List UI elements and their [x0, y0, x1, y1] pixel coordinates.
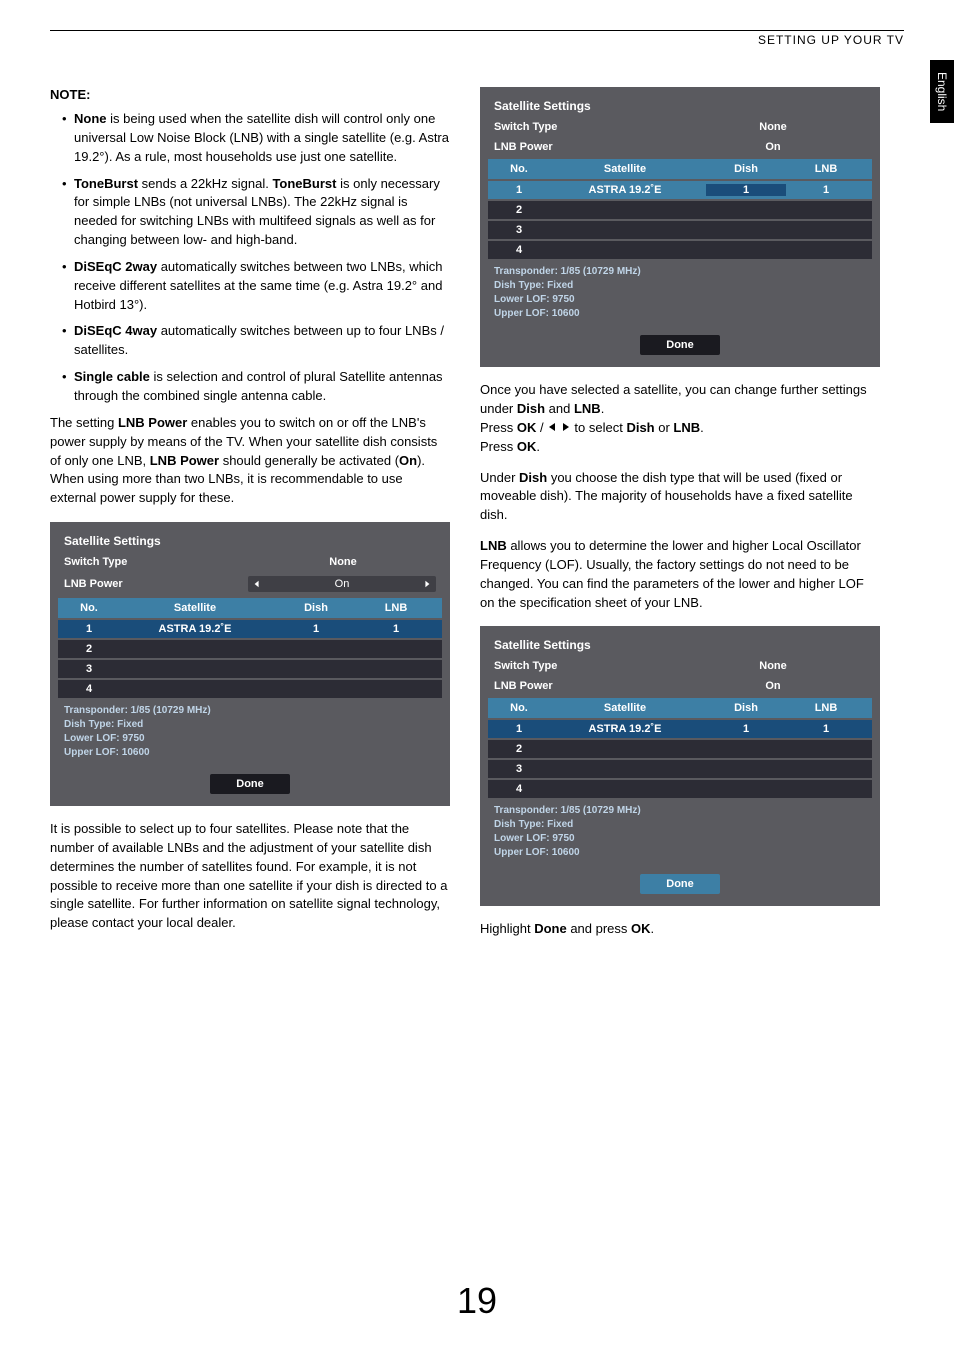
bullet-toneburst: ToneBurst sends a 22kHz signal. ToneBurs…	[62, 175, 450, 250]
sat-row-4[interactable]: 4	[58, 680, 442, 698]
satellite-settings-panel-2: Satellite Settings Switch Type None LNB …	[480, 87, 880, 367]
switch-type-row: Switch Type None	[58, 552, 442, 572]
sat-table-header: No. Satellite Dish LNB	[488, 159, 872, 179]
transponder-info: Transponder: 1/85 (10729 MHz) Dish Type:…	[58, 698, 442, 766]
sat-row-3[interactable]: 3	[58, 660, 442, 678]
language-tab: English	[930, 60, 954, 123]
arrow-left-icon	[547, 419, 557, 438]
panel-title: Satellite Settings	[58, 530, 442, 552]
note-bullet-list: None is being used when the satellite di…	[50, 110, 450, 406]
sat-row-1[interactable]: 1 ASTRA 19.2˚E 1 1	[488, 181, 872, 199]
highlight-done-paragraph: Highlight Done and press OK.	[480, 920, 880, 939]
page-header: SETTING UP YOUR TV	[50, 33, 904, 47]
switch-type-value: None	[250, 556, 436, 568]
sat-row-2[interactable]: 2	[488, 740, 872, 758]
dish-lnb-instructions: Once you have selected a satellite, you …	[480, 381, 880, 457]
lnb-power-value: On	[335, 578, 350, 590]
panel-title: Satellite Settings	[488, 95, 872, 117]
bullet-diseqc2: DiSEqC 2way automatically switches betwe…	[62, 258, 450, 315]
bullet-label-2: ToneBurst	[272, 176, 336, 191]
satellite-selection-paragraph: It is possible to select up to four sate…	[50, 820, 450, 933]
switch-type-row: Switch Type None	[488, 656, 872, 676]
bullet-label: ToneBurst	[74, 176, 138, 191]
bullet-singlecable: Single cable is selection and control of…	[62, 368, 450, 406]
lnb-paragraph: LNB allows you to determine the lower an…	[480, 537, 880, 612]
note-heading: NOTE:	[50, 87, 450, 102]
dish-paragraph: Under Dish you choose the dish type that…	[480, 469, 880, 526]
arrow-right-icon	[561, 419, 571, 438]
satellite-settings-panel-1: Satellite Settings Switch Type None LNB …	[50, 522, 450, 806]
sat-row-1[interactable]: 1 ASTRA 19.2˚E 1 1	[58, 620, 442, 638]
sat-row-4[interactable]: 4	[488, 241, 872, 259]
th-lnb: LNB	[356, 602, 436, 614]
panel-title: Satellite Settings	[488, 634, 872, 656]
lnb-power-row: LNB Power On	[488, 676, 872, 696]
transponder-info: Transponder: 1/85 (10729 MHz) Dish Type:…	[488, 259, 872, 327]
th-satellite: Satellite	[114, 602, 276, 614]
sat-table-header: No. Satellite Dish LNB	[488, 698, 872, 718]
bullet-text: sends a 22kHz signal.	[138, 176, 272, 191]
switch-type-row: Switch Type None	[488, 117, 872, 137]
done-button[interactable]: Done	[640, 335, 720, 355]
arrow-left-icon[interactable]	[250, 577, 264, 591]
sat-row-3[interactable]: 3	[488, 221, 872, 239]
bullet-label: Single cable	[74, 369, 150, 384]
page-number: 19	[457, 1280, 497, 1322]
lnb-power-paragraph: The setting LNB Power enables you to swi…	[50, 414, 450, 508]
sat-row-2[interactable]: 2	[58, 640, 442, 658]
bullet-label: None	[74, 111, 107, 126]
bullet-none: None is being used when the satellite di…	[62, 110, 450, 167]
bullet-label: DiSEqC 2way	[74, 259, 157, 274]
done-button[interactable]: Done	[210, 774, 290, 794]
done-button-highlighted[interactable]: Done	[640, 874, 720, 894]
arrow-right-icon[interactable]	[420, 577, 434, 591]
lnb-power-row: LNB Power On	[488, 137, 872, 157]
header-rule	[50, 30, 904, 31]
sat-table-header: No. Satellite Dish LNB	[58, 598, 442, 618]
sat-row-4[interactable]: 4	[488, 780, 872, 798]
transponder-info: Transponder: 1/85 (10729 MHz) Dish Type:…	[488, 798, 872, 866]
satellite-settings-panel-3: Satellite Settings Switch Type None LNB …	[480, 626, 880, 906]
sat-row-2[interactable]: 2	[488, 201, 872, 219]
lnb-power-label: LNB Power	[64, 578, 248, 590]
sat-row-1[interactable]: 1 ASTRA 19.2˚E 1 1	[488, 720, 872, 738]
sat-row-3[interactable]: 3	[488, 760, 872, 778]
th-no: No.	[64, 602, 114, 614]
switch-type-label: Switch Type	[64, 556, 250, 568]
bullet-text: is being used when the satellite dish wi…	[74, 111, 449, 164]
lnb-power-row[interactable]: LNB Power On	[58, 572, 442, 596]
bullet-label: DiSEqC 4way	[74, 323, 157, 338]
bullet-diseqc4: DiSEqC 4way automatically switches betwe…	[62, 322, 450, 360]
th-dish: Dish	[276, 602, 356, 614]
